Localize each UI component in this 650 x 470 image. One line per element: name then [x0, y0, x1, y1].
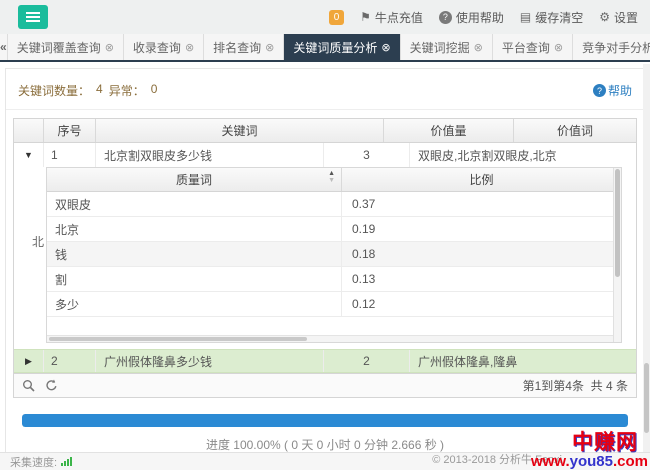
tab-rank-query[interactable]: 排名查询⊗	[204, 34, 284, 60]
expand-row-icon[interactable]: ▶	[25, 356, 32, 367]
tab-keyword-quality-analysis[interactable]: 关键词质量分析⊗	[284, 34, 400, 60]
tab-keyword-coverage[interactable]: 关键词覆盖查询⊗	[8, 34, 124, 60]
ratio-value: 0.13	[342, 267, 621, 291]
quality-word: 北京	[47, 217, 342, 241]
tab-bar: « 关键词覆盖查询⊗ 收录查询⊗ 排名查询⊗ 关键词质量分析⊗ 关键词挖掘⊗ 平…	[0, 34, 650, 62]
column-header-index[interactable]: 序号	[44, 119, 96, 142]
row-index: 2	[44, 350, 96, 372]
search-icon	[22, 379, 35, 392]
row-index: 1	[44, 143, 96, 167]
signal-bars-icon	[61, 457, 72, 466]
column-header-ratio[interactable]: 比例	[342, 168, 621, 191]
chevrons-left-icon: «	[0, 40, 7, 54]
quality-word: 钱	[47, 242, 342, 266]
ratio-value: 0.37	[342, 192, 621, 216]
refresh-button[interactable]	[45, 379, 58, 392]
subgrid-horizontal-scrollbar[interactable]	[47, 335, 621, 342]
summary-row: 关键词数量：4 异常：0 ? 帮助	[6, 69, 644, 110]
column-header-keyword[interactable]: 关键词	[96, 119, 384, 142]
row-keyword: 广州假体隆鼻多少钱	[96, 350, 324, 372]
close-icon[interactable]: ⊗	[105, 41, 114, 54]
cache-icon: ▤	[520, 10, 531, 24]
subgrid-empty-space	[47, 317, 621, 335]
abnormal-count-value: 0	[151, 82, 158, 99]
subgrid-row[interactable]: 多少 0.12	[47, 292, 621, 317]
gear-icon: ⚙	[599, 10, 610, 24]
progress-bar-fill	[22, 414, 628, 427]
help-link[interactable]: ? 帮助	[593, 82, 632, 99]
question-icon: ?	[593, 84, 606, 97]
settings-button[interactable]: ⚙ 设置	[599, 9, 638, 26]
subgrid-row[interactable]: 北京 0.19	[47, 217, 621, 242]
top-bar-actions: 0 ⚑ 牛点充值 ? 使用帮助 ▤ 缓存清空 ⚙ 设置	[329, 9, 638, 26]
row-value-words: 双眼皮,北京割双眼皮,北京	[410, 143, 636, 167]
expand-column-header	[14, 119, 44, 142]
app-window: 0 ⚑ 牛点充值 ? 使用帮助 ▤ 缓存清空 ⚙ 设置 « 关键词覆盖查询⊗	[0, 0, 650, 470]
quality-word: 割	[47, 267, 342, 291]
keyword-grid: 序号 关键词 价值量 价值词 ▼ 1 北京割双眼皮多少钱 3 双眼皮,北京割双眼…	[13, 118, 637, 398]
subgrid-row[interactable]: 钱 0.18	[47, 242, 621, 267]
speed-label: 采集速度:	[10, 454, 57, 470]
quality-word-subgrid: 质量词 ▲▼ 比例 双眼皮 0.37 北京 0.19 钱	[46, 167, 622, 343]
page-scrollbar[interactable]	[643, 64, 650, 452]
stray-text: 北	[32, 233, 44, 250]
pager-record-info: 第1到第4条 共 4 条	[523, 377, 628, 394]
search-button[interactable]	[22, 379, 35, 392]
keyword-stats: 关键词数量：4 异常：0	[18, 82, 157, 99]
ratio-value: 0.18	[342, 242, 621, 266]
close-icon[interactable]: ⊗	[265, 41, 274, 54]
recharge-button[interactable]: ⚑ 牛点充值	[360, 9, 423, 26]
refresh-icon	[45, 379, 58, 392]
table-row-selected[interactable]: ▶ 2 广州假体隆鼻多少钱 2 广州假体隆鼻,隆鼻	[14, 349, 636, 373]
watermark-url: www.you85.com	[531, 453, 648, 470]
sort-icon[interactable]: ▲▼	[328, 170, 335, 184]
tab-platform-query[interactable]: 平台查询⊗	[493, 34, 573, 60]
help-button[interactable]: ? 使用帮助	[439, 9, 504, 26]
column-header-quality-word[interactable]: 质量词 ▲▼	[47, 168, 342, 191]
row-value-count: 3	[324, 143, 410, 167]
tab-keyword-mining[interactable]: 关键词挖掘⊗	[401, 34, 493, 60]
question-icon: ?	[439, 11, 452, 24]
watermark-site-name: 中赚网	[572, 426, 638, 456]
collapse-row-icon[interactable]: ▼	[24, 150, 33, 160]
ratio-value: 0.12	[342, 292, 621, 316]
top-bar: 0 ⚑ 牛点充值 ? 使用帮助 ▤ 缓存清空 ⚙ 设置	[0, 0, 650, 34]
subgrid-header: 质量词 ▲▼ 比例	[47, 168, 621, 192]
row-value-count: 2	[324, 350, 410, 372]
progress-bar-track	[22, 414, 628, 427]
close-icon[interactable]: ⊗	[381, 41, 390, 54]
column-header-value-count[interactable]: 价值量	[384, 119, 514, 142]
column-header-value-words[interactable]: 价值词	[514, 119, 636, 142]
row-value-words: 广州假体隆鼻,隆鼻	[410, 350, 636, 372]
tab-index-query[interactable]: 收录查询⊗	[124, 34, 204, 60]
subgrid-vertical-scrollbar[interactable]	[613, 168, 621, 342]
close-icon[interactable]: ⊗	[554, 41, 563, 54]
quality-word: 多少	[47, 292, 342, 316]
keyword-count-value: 4	[96, 82, 103, 99]
flag-icon: ⚑	[360, 10, 371, 24]
clear-cache-button[interactable]: ▤ 缓存清空	[520, 9, 583, 26]
hamburger-menu-button[interactable]	[18, 5, 48, 29]
tab-competitor-analysis[interactable]: 竞争对手分析⊗	[573, 34, 650, 60]
content-panel: 关键词数量：4 异常：0 ? 帮助 序号 关键词 价值量 价值词 ▼ 1 北京割…	[5, 68, 645, 470]
points-badge: 0	[329, 10, 344, 25]
subgrid-row[interactable]: 割 0.13	[47, 267, 621, 292]
row-keyword: 北京割双眼皮多少钱	[96, 143, 324, 167]
subgrid-row[interactable]: 双眼皮 0.37	[47, 192, 621, 217]
grid-pager: 第1到第4条 共 4 条	[14, 373, 636, 397]
table-row[interactable]: ▼ 1 北京割双眼皮多少钱 3 双眼皮,北京割双眼皮,北京	[14, 143, 636, 167]
close-icon[interactable]: ⊗	[474, 41, 483, 54]
subgrid-area: 北 质量词 ▲▼ 比例 双眼皮 0.37 北京	[14, 167, 636, 349]
quality-word: 双眼皮	[47, 192, 342, 216]
grid-header: 序号 关键词 价值量 价值词	[14, 119, 636, 143]
tabs-scroll-left-button[interactable]: «	[0, 34, 8, 60]
ratio-value: 0.19	[342, 217, 621, 241]
close-icon[interactable]: ⊗	[185, 41, 194, 54]
